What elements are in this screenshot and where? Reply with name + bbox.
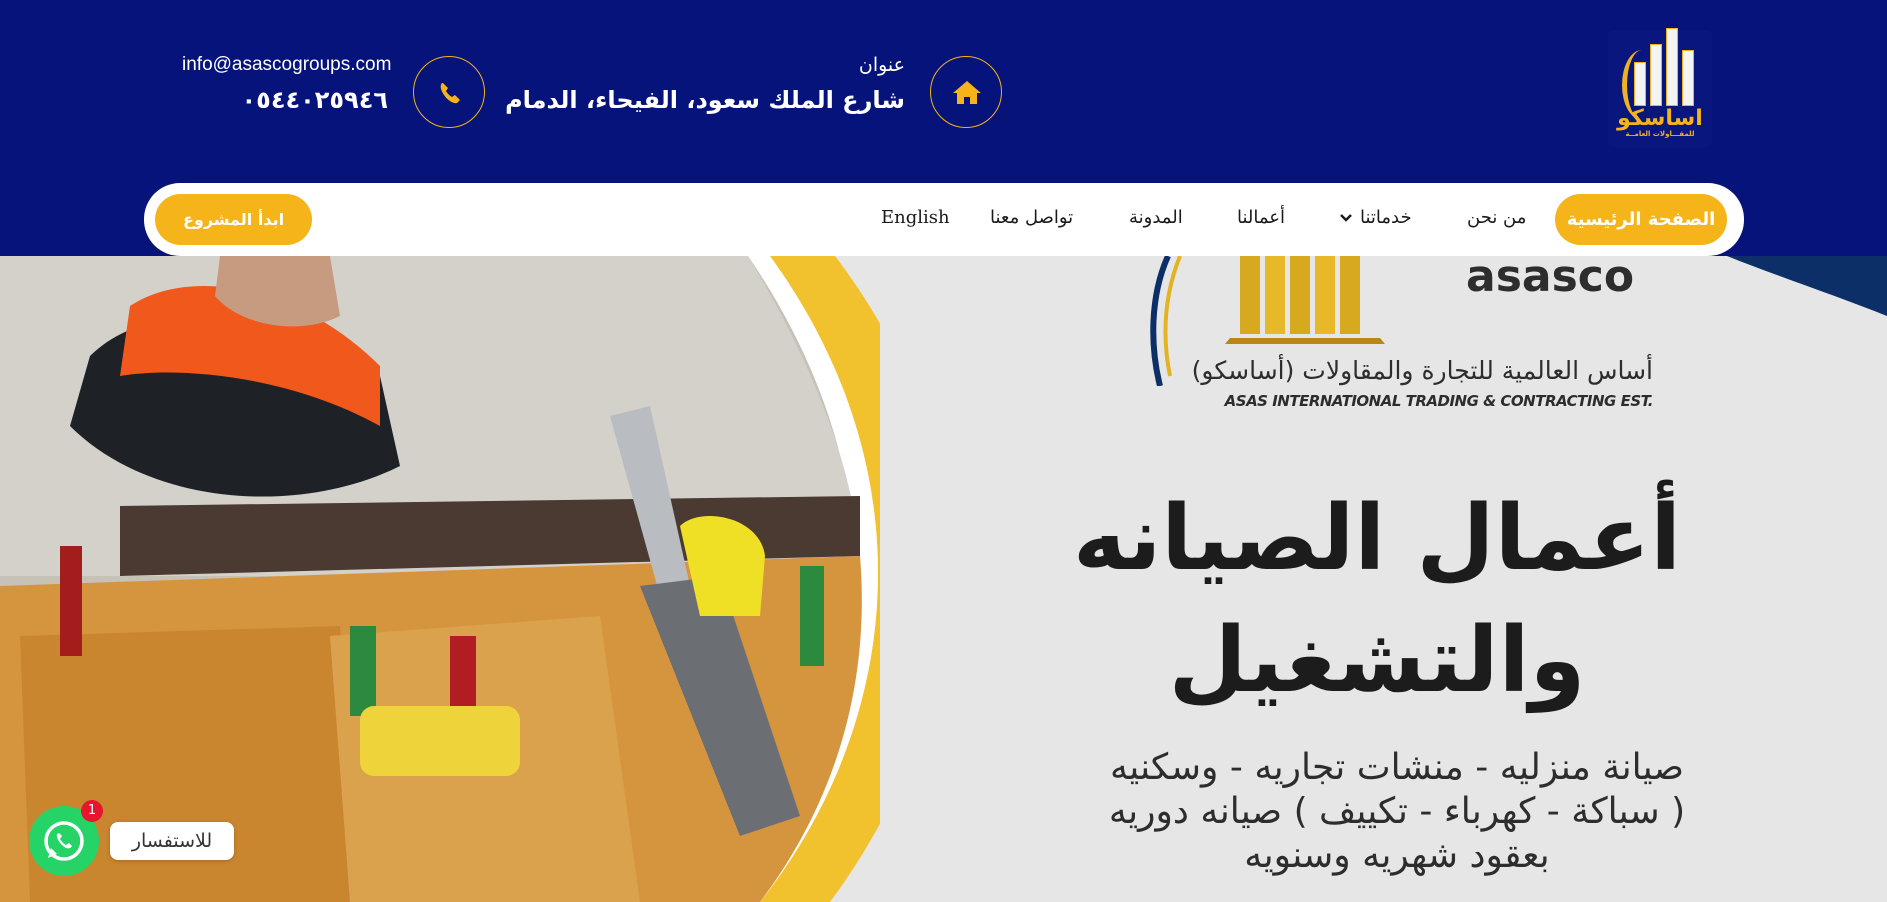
logo-text: اساسكو <box>1617 106 1703 131</box>
site-logo[interactable]: اساسكو للمقـــاولات العامــة <box>1608 28 1712 148</box>
email-link[interactable]: info@asascogroups.com <box>182 54 391 76</box>
nav-item-contact[interactable]: تواصل معنا <box>990 207 1073 228</box>
notification-badge: 1 <box>81 800 103 822</box>
hero-description: صيانة منزليه - منشات تجاريه - وسكنيه ( س… <box>1017 746 1777 878</box>
hero-brand-english: ASAS INTERNATIONAL TRADING & CONTRACTING… <box>1224 392 1654 410</box>
logo-subtext: للمقـــاولات العامــة <box>1625 130 1695 138</box>
hero-desc-line: ( سباكة - كهرباء - تكييف ) صيانه دوريه <box>1108 791 1686 832</box>
address-value: شارع الملك سعود، الفيحاء، الدمام <box>505 86 905 114</box>
home-icon-circle <box>930 56 1002 128</box>
nav-item-services[interactable]: خدماتنا <box>1360 207 1412 228</box>
top-header: اساسكو للمقـــاولات العامــة عنوان شارع … <box>0 0 1887 256</box>
phone-icon-circle[interactable] <box>413 56 485 128</box>
nav-item-blog[interactable]: المدونة <box>1129 207 1183 228</box>
hero-desc-line: بعقود شهريه وسنويه <box>1244 835 1550 876</box>
nav-item-about[interactable]: من نحن <box>1467 207 1526 228</box>
hero-desc-line: صيانة منزليه - منشات تجاريه - وسكنيه <box>1109 747 1684 788</box>
hero-title: أعمال الصيانه والتشغيل <box>1057 478 1697 722</box>
phone-icon <box>440 83 460 104</box>
tool-belt-photo <box>0 256 880 902</box>
hero-brand-name: asasco <box>1466 256 1635 302</box>
chevron-down-icon[interactable] <box>1339 207 1353 231</box>
hero-title-line: والتشغيل <box>1168 608 1586 713</box>
nav-item-english[interactable]: English <box>881 207 950 228</box>
hero-brand-arabic: أساس العالمية للتجارة والمقاولات (أساسكو… <box>1191 356 1653 385</box>
home-icon <box>953 81 981 104</box>
main-nav: الصفحة الرئيسية من نحن خدماتنا أعمالنا ا… <box>144 183 1744 256</box>
hero-title-line: أعمال الصيانه <box>1072 486 1682 591</box>
address-label: عنوان <box>858 54 905 76</box>
phone-link[interactable]: ٠٥٤٤٠٢٥٩٤٦ <box>242 86 388 114</box>
hero-banner: asasco أساس العالمية للتجارة والمقاولات … <box>0 256 1887 902</box>
hero-corner-shape <box>1727 256 1887 316</box>
nav-item-works[interactable]: أعمالنا <box>1237 207 1285 228</box>
whatsapp-label[interactable]: للاستفسار <box>110 822 234 860</box>
start-project-button[interactable]: ابدأ المشروع <box>155 194 312 245</box>
nav-item-home[interactable]: الصفحة الرئيسية <box>1555 194 1727 245</box>
